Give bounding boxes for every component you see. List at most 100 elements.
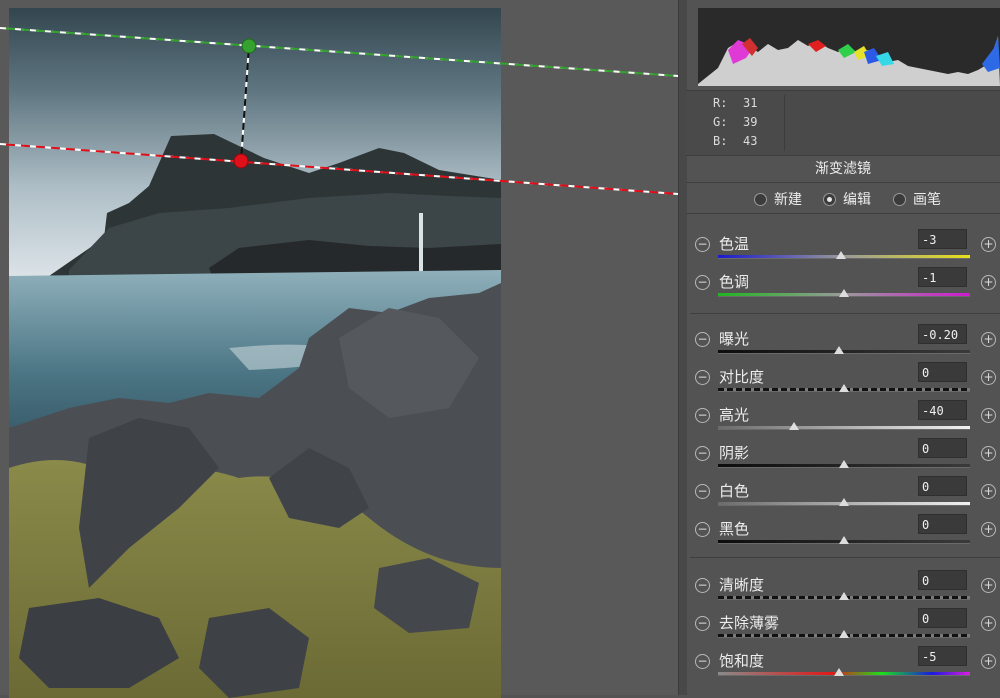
readout-divider	[784, 95, 785, 151]
mode-label: 编辑	[843, 192, 871, 208]
slider-label: 白色	[719, 482, 750, 500]
slider-row-saturation: − 饱和度 -5 +	[686, 646, 1000, 684]
readout-row-b: B: 43	[713, 134, 773, 148]
slider-row-exposure: − 曝光 -0.20 +	[686, 324, 1000, 362]
plus-circle-icon[interactable]: +	[981, 616, 996, 631]
minus-circle-icon[interactable]: −	[695, 370, 710, 385]
slider-row-tint: − 色调 -1 +	[686, 267, 1000, 305]
histogram-graph	[698, 36, 1000, 86]
slider-thumb[interactable]	[836, 251, 847, 259]
minus-circle-icon[interactable]: −	[695, 275, 710, 290]
panel-title: 渐变滤镜	[815, 161, 871, 177]
slider-label: 阴影	[719, 444, 750, 462]
slider-track[interactable]	[718, 350, 970, 354]
canvas-area[interactable]	[0, 0, 678, 698]
slider-label: 清晰度	[719, 576, 765, 594]
plus-circle-icon[interactable]: +	[981, 446, 996, 461]
mode-selector: 新建 编辑 画笔	[686, 182, 1000, 214]
slider-row-shadows: − 阴影 0 +	[686, 438, 1000, 476]
channel-label: R:	[713, 96, 728, 110]
slider-thumb[interactable]	[833, 346, 844, 354]
plus-circle-icon[interactable]: +	[981, 332, 996, 347]
slider-row-clarity: − 清晰度 0 +	[686, 570, 1000, 608]
slider-thumb[interactable]	[839, 536, 849, 544]
slider-row-whites: − 白色 0 +	[686, 476, 1000, 514]
radio-icon[interactable]	[754, 192, 767, 206]
slider-row-temp: − 色温 -3 +	[686, 229, 1000, 267]
minus-circle-icon[interactable]: −	[695, 578, 710, 593]
slider-thumb[interactable]	[839, 592, 849, 600]
slider-label: 黑色	[719, 520, 750, 538]
slider-value-field[interactable]: 0	[918, 476, 967, 496]
slider-row-blacks: − 黑色 0 +	[686, 514, 1000, 552]
slider-thumb[interactable]	[833, 668, 844, 676]
slider-value-field[interactable]: 0	[918, 362, 967, 382]
green-guide-line-alt	[0, 27, 678, 77]
plus-circle-icon[interactable]: +	[981, 275, 996, 290]
group-separator	[690, 313, 1000, 314]
slider-track[interactable]	[718, 426, 970, 430]
slider-value-field[interactable]: -0.20	[918, 324, 967, 344]
plus-circle-icon[interactable]: +	[981, 654, 996, 669]
mode-edit[interactable]: 编辑	[823, 189, 871, 209]
minus-circle-icon[interactable]: −	[695, 484, 710, 499]
minus-circle-icon[interactable]: −	[695, 332, 710, 347]
slider-value-field[interactable]: 0	[918, 438, 967, 458]
slider-label: 色温	[719, 235, 750, 253]
slider-thumb[interactable]	[839, 630, 849, 638]
red-guide-line-alt	[0, 143, 678, 195]
minus-circle-icon[interactable]: −	[695, 237, 710, 252]
channel-label: B:	[713, 134, 728, 148]
minus-circle-icon[interactable]: −	[695, 522, 710, 537]
plus-circle-icon[interactable]: +	[981, 484, 996, 499]
rgb-readout: R: 31 G: 39 B: 43	[686, 90, 1000, 156]
slider-label: 高光	[719, 406, 750, 424]
slider-label: 对比度	[719, 368, 765, 386]
slider-value-field[interactable]: 0	[918, 608, 967, 628]
histogram	[698, 8, 1000, 86]
slider-label: 去除薄雾	[719, 614, 780, 632]
radio-selected-icon[interactable]	[823, 192, 836, 206]
slider-value-field[interactable]: 0	[918, 514, 967, 534]
slider-thumb[interactable]	[839, 498, 849, 506]
slider-row-dehaze: − 去除薄雾 0 +	[686, 608, 1000, 646]
readout-row-r: R: 31	[713, 96, 773, 110]
minus-circle-icon[interactable]: −	[695, 654, 710, 669]
slider-label: 曝光	[719, 330, 750, 348]
slider-thumb[interactable]	[839, 289, 849, 297]
slider-row-contrast: − 对比度 0 +	[686, 362, 1000, 400]
red-pin-handle[interactable]	[233, 153, 249, 169]
mode-label: 新建	[774, 192, 802, 208]
plus-circle-icon[interactable]: +	[981, 522, 996, 537]
radio-icon[interactable]	[893, 192, 906, 206]
slider-thumb[interactable]	[839, 460, 849, 468]
minus-circle-icon[interactable]: −	[695, 446, 710, 461]
graduated-filter-overlay[interactable]	[0, 0, 678, 695]
minus-circle-icon[interactable]: −	[695, 408, 710, 423]
green-pin-handle[interactable]	[241, 38, 257, 54]
slider-thumb[interactable]	[788, 422, 799, 430]
slider-value-field[interactable]: -40	[918, 400, 967, 420]
plus-circle-icon[interactable]: +	[981, 408, 996, 423]
slider-value-field[interactable]: -1	[918, 267, 967, 287]
slider-row-highlights: − 高光 -40 +	[686, 400, 1000, 438]
slider-value-field[interactable]: 0	[918, 570, 967, 590]
plus-circle-icon[interactable]: +	[981, 578, 996, 593]
channel-value: 31	[743, 96, 758, 110]
mode-new[interactable]: 新建	[754, 189, 802, 209]
mode-brush[interactable]: 画笔	[893, 189, 941, 209]
slider-thumb[interactable]	[839, 384, 849, 392]
channel-label: G:	[713, 115, 728, 129]
slider-label: 色调	[719, 273, 750, 291]
slider-label: 饱和度	[719, 652, 765, 670]
minus-circle-icon[interactable]: −	[695, 616, 710, 631]
plus-circle-icon[interactable]: +	[981, 237, 996, 252]
plus-circle-icon[interactable]: +	[981, 370, 996, 385]
mode-label: 画笔	[913, 192, 941, 208]
slider-track[interactable]	[718, 672, 970, 676]
readout-row-g: G: 39	[713, 115, 773, 129]
slider-value-field[interactable]: -5	[918, 646, 967, 666]
channel-value: 39	[743, 115, 758, 129]
group-separator	[690, 557, 1000, 558]
slider-value-field[interactable]: -3	[918, 229, 967, 249]
